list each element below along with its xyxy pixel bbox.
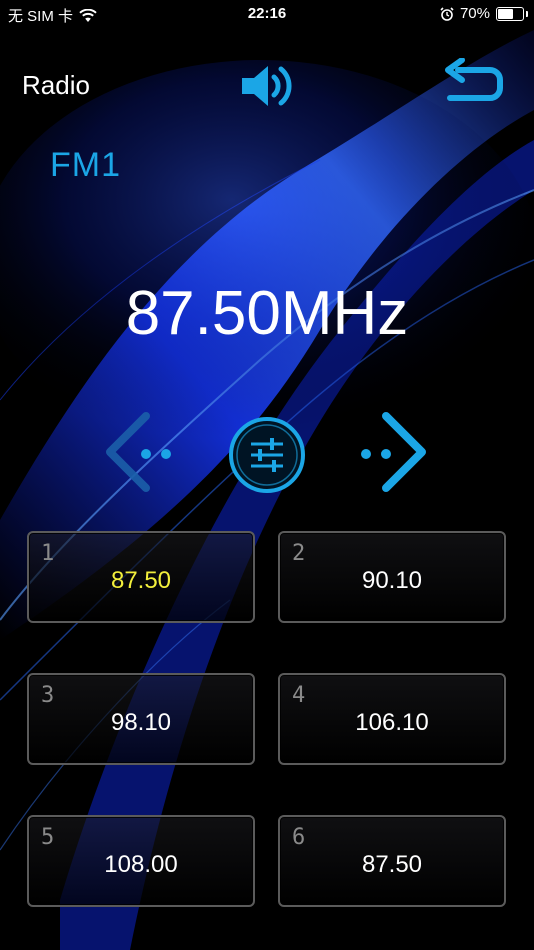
preset-frequency: 87.50: [361, 851, 423, 878]
preset-frequency: 108.00: [104, 851, 178, 878]
status-right: 70%: [440, 5, 528, 22]
preset-number: 4: [292, 683, 306, 708]
preset-frequency: 90.10: [361, 567, 423, 594]
speaker-volume-icon: [242, 66, 292, 106]
chevron-right-icon: [361, 412, 426, 492]
preset-4[interactable]: 4 106.10: [278, 673, 506, 765]
seek-prev-button[interactable]: [100, 410, 180, 494]
chevron-left-icon: [106, 412, 171, 492]
preset-3[interactable]: 3 98.10: [27, 673, 255, 765]
battery-percent: 70%: [459, 5, 490, 22]
preset-number: 3: [41, 683, 55, 708]
volume-button[interactable]: [238, 58, 298, 114]
preset-frequency: 87.50: [110, 567, 172, 594]
preset-2[interactable]: 2 90.10: [278, 531, 506, 623]
seek-next-button[interactable]: [352, 410, 432, 494]
tune-settings-button[interactable]: [226, 414, 308, 496]
return-arrow-icon: [445, 57, 503, 101]
preset-1[interactable]: 1 87.50: [27, 531, 255, 623]
preset-number: 2: [292, 541, 306, 566]
sliders-icon: [229, 417, 305, 493]
alarm-icon: [440, 6, 454, 21]
battery-icon: [496, 6, 528, 21]
status-bar: 无 SIM 卡 22:16 70%: [0, 0, 534, 30]
preset-number: 5: [41, 825, 55, 850]
preset-number: 6: [292, 825, 306, 850]
preset-number: 1: [41, 541, 55, 566]
preset-5[interactable]: 5 108.00: [27, 815, 255, 907]
battery-tip: [526, 10, 528, 17]
app-title: Radio: [22, 70, 90, 100]
battery-fill: [498, 8, 513, 19]
band-label[interactable]: FM1: [50, 146, 121, 185]
frequency-display: 87.50MHz: [125, 279, 409, 348]
back-button[interactable]: [440, 57, 506, 108]
preset-frequency: 98.10: [110, 709, 172, 736]
preset-6[interactable]: 6 87.50: [278, 815, 506, 907]
preset-frequency: 106.10: [355, 709, 429, 736]
